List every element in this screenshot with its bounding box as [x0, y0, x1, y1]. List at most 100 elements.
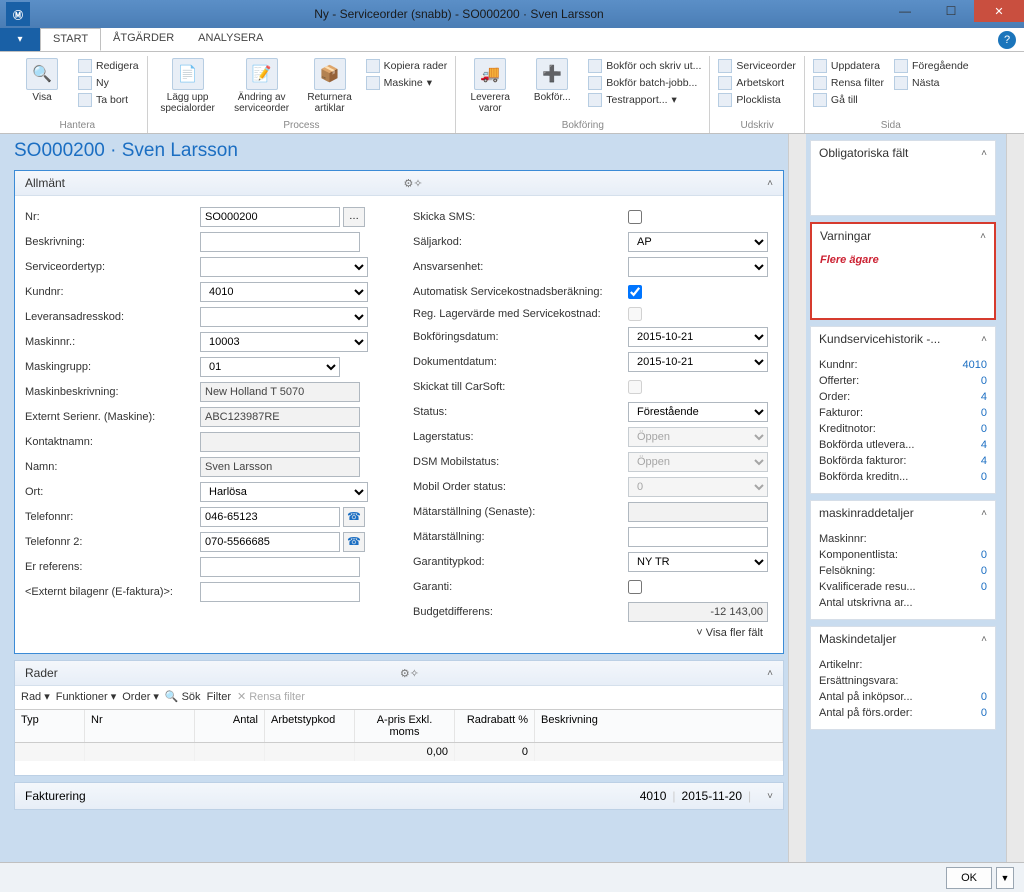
panel-rader-header[interactable]: Rader ⚙✧ ˄: [15, 661, 783, 686]
list-item[interactable]: Order:4: [819, 389, 987, 405]
maximize-button[interactable]: [928, 0, 974, 22]
gear-icon[interactable]: ⚙✧: [404, 177, 423, 190]
panel-fakturering[interactable]: Fakturering 4010 | 2015-11-20 | ˅: [14, 782, 784, 810]
chevron-up-icon-mr[interactable]: ˄: [981, 508, 987, 519]
input-externt-bilagenr[interactable]: [200, 582, 360, 602]
input-beskrivning[interactable]: [200, 232, 360, 252]
panel-obligatoriska-header[interactable]: Obligatoriska fält˄: [811, 141, 995, 165]
select-leveransadresskod[interactable]: [200, 307, 368, 327]
arbetskort-button[interactable]: Arbetskort: [716, 75, 798, 91]
chevron-up-icon-rader[interactable]: ˄: [767, 668, 773, 679]
select-ansvarsenhet[interactable]: [628, 257, 768, 277]
chevron-up-icon-oblig[interactable]: ˄: [981, 148, 987, 159]
file-tab[interactable]: ▾: [0, 28, 40, 51]
select-bokforingsdatum[interactable]: 2015-10-21: [628, 327, 768, 347]
panel-maskindetaljer-header[interactable]: Maskindetaljer˄: [811, 627, 995, 651]
panel-kundservice-header[interactable]: Kundservicehistorik -...˄: [811, 327, 995, 351]
ok-button[interactable]: OK: [946, 867, 992, 889]
chevron-up-icon[interactable]: ˄: [767, 178, 773, 189]
list-item[interactable]: Bokförda utlevera...4: [819, 437, 987, 453]
kopiera-rader-button[interactable]: Kopiera rader: [364, 58, 450, 74]
list-item[interactable]: Bokförda kreditn...0: [819, 469, 987, 485]
select-ort[interactable]: Harlösa: [200, 482, 368, 502]
select-maskinnr[interactable]: 10003: [200, 332, 368, 352]
select-dokumentdatum[interactable]: 2015-10-21: [628, 352, 768, 372]
foregaende-button[interactable]: Föregående: [892, 58, 971, 74]
lagg-upp-specialorder-button[interactable]: 📄Lägg upp specialorder: [154, 56, 222, 119]
testrapport-button[interactable]: Testrapport... ▾: [586, 92, 703, 108]
chevron-up-icon-varn[interactable]: ˄: [980, 231, 986, 242]
toolbar-order[interactable]: Order ▾: [122, 690, 159, 703]
list-item[interactable]: Felsökning:0: [819, 563, 987, 579]
checkbox-garanti[interactable]: [628, 580, 642, 594]
input-telefonnr[interactable]: [200, 507, 340, 527]
list-item[interactable]: Maskinnr:: [819, 531, 987, 547]
lookup-nr[interactable]: …: [343, 207, 365, 227]
bokfor-button[interactable]: ➕Bokför...: [524, 56, 580, 119]
tab-analysera[interactable]: ANALYSERA: [186, 28, 275, 51]
col-apris[interactable]: A-pris Exkl. moms: [355, 710, 455, 742]
plocklista-button[interactable]: Plocklista: [716, 92, 798, 108]
input-matarstallning[interactable]: [628, 527, 768, 547]
toolbar-funktioner[interactable]: Funktioner ▾: [56, 690, 117, 703]
table-row[interactable]: 0,00 0: [15, 743, 783, 761]
col-arbetstypkod[interactable]: Arbetstypkod: [265, 710, 355, 742]
list-item[interactable]: Kundnr:4010: [819, 357, 987, 373]
checkbox-auto-servicekostnad[interactable]: [628, 285, 642, 299]
maskine-button[interactable]: Maskine ▾: [364, 75, 450, 91]
select-maskingrupp[interactable]: 01: [200, 357, 340, 377]
side-scrollbar[interactable]: [1006, 134, 1024, 862]
checkbox-skicka-sms[interactable]: [628, 210, 642, 224]
select-kundnr[interactable]: 4010: [200, 282, 368, 302]
chevron-up-icon-ks[interactable]: ˄: [981, 334, 987, 345]
minimize-button[interactable]: [882, 0, 928, 22]
list-item[interactable]: Antal utskrivna ar...: [819, 595, 987, 611]
andring-av-serviceorder-button[interactable]: 📝Ändring av serviceorder: [228, 56, 296, 119]
panel-maskinrad-header[interactable]: maskinraddetaljer˄: [811, 501, 995, 525]
rensa-filter-button[interactable]: Rensa filter: [811, 75, 886, 91]
col-antal[interactable]: Antal: [195, 710, 265, 742]
redigera-button[interactable]: Redigera: [76, 58, 141, 74]
uppdatera-button[interactable]: Uppdatera: [811, 58, 886, 74]
select-saljarkod[interactable]: AP: [628, 232, 768, 252]
tabort-button[interactable]: Ta bort: [76, 92, 141, 108]
list-item[interactable]: Ersättningsvara:: [819, 673, 987, 689]
chevron-down-icon-fakt[interactable]: ˅: [767, 791, 773, 802]
select-serviceordertyp[interactable]: [200, 257, 368, 277]
phone-icon[interactable]: ☎: [343, 507, 365, 527]
select-status[interactable]: Förestående: [628, 402, 768, 422]
list-item[interactable]: Kvalificerade resu...0: [819, 579, 987, 595]
bokfor-batch-button[interactable]: Bokför batch-jobb...: [586, 75, 703, 91]
toolbar-rad[interactable]: Rad ▾: [21, 690, 50, 703]
chevron-up-icon-md[interactable]: ˄: [981, 634, 987, 645]
toolbar-filter[interactable]: Filter: [207, 691, 231, 703]
toolbar-sok[interactable]: 🔍 Sök: [165, 690, 201, 703]
nasta-button[interactable]: Nästa: [892, 75, 971, 91]
returnera-artiklar-button[interactable]: 📦Returnera artiklar: [302, 56, 358, 119]
list-item[interactable]: Artikelnr:: [819, 657, 987, 673]
col-beskrivning[interactable]: Beskrivning: [535, 710, 783, 742]
list-item[interactable]: Antal på förs.order:0: [819, 705, 987, 721]
list-item[interactable]: Kreditnotor:0: [819, 421, 987, 437]
gear-icon-rader[interactable]: ⚙✧: [400, 667, 419, 680]
serviceorder-button[interactable]: Serviceorder: [716, 58, 798, 74]
visa-button[interactable]: 🔍Visa: [14, 56, 70, 119]
panel-varningar-header[interactable]: Varningar˄: [812, 224, 994, 248]
main-scrollbar[interactable]: [788, 134, 806, 862]
ga-till-button[interactable]: Gå till: [811, 92, 886, 108]
tab-start[interactable]: START: [40, 28, 101, 51]
panel-allmant-header[interactable]: Allmänt ⚙✧ ˄: [15, 171, 783, 196]
visa-fler-falt[interactable]: ˅ Visa fler fält: [25, 624, 773, 645]
bokfor-skriv-ut-button[interactable]: Bokför och skriv ut...: [586, 58, 703, 74]
tab-atgarder[interactable]: ÅTGÄRDER: [101, 28, 186, 51]
col-typ[interactable]: Typ: [15, 710, 85, 742]
input-nr[interactable]: [200, 207, 340, 227]
help-icon[interactable]: ?: [998, 31, 1016, 49]
list-item[interactable]: Antal på inköpsor...0: [819, 689, 987, 705]
ok-dropdown[interactable]: ▼: [996, 867, 1014, 889]
input-er-referens[interactable]: [200, 557, 360, 577]
ny-button[interactable]: Ny: [76, 75, 141, 91]
phone2-icon[interactable]: ☎: [343, 532, 365, 552]
col-nr[interactable]: Nr: [85, 710, 195, 742]
col-radrabatt[interactable]: Radrabatt %: [455, 710, 535, 742]
